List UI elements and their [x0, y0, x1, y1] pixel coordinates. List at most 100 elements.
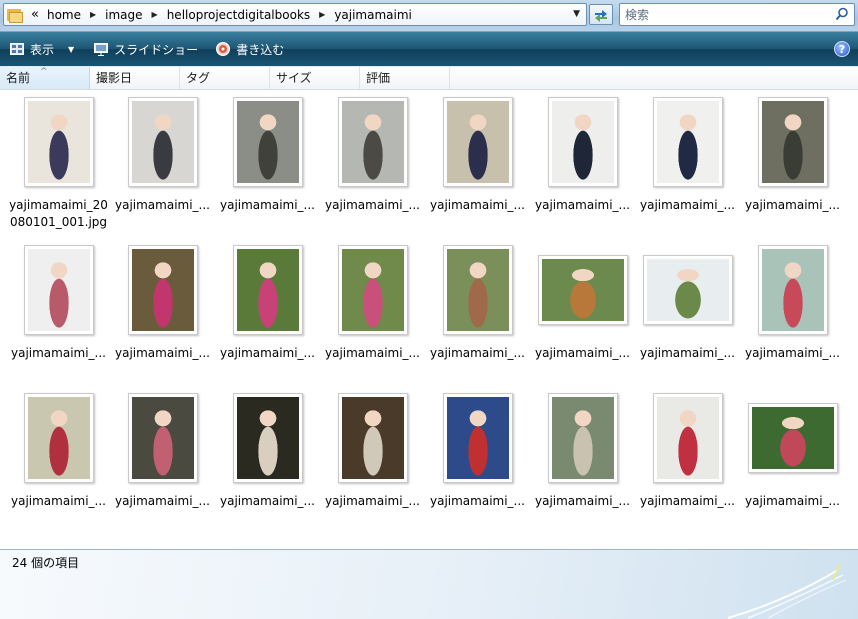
file-item[interactable]: yajimamaimi_... [740, 242, 845, 390]
column-headers: ^ 名前 撮影日 タグ サイズ 評価 [0, 67, 858, 90]
file-name: yajimamaimi_... [429, 346, 525, 360]
photo-image [27, 101, 90, 183]
file-thumbnail[interactable] [652, 393, 723, 483]
file-thumbnail[interactable] [127, 393, 198, 483]
file-thumbnail[interactable] [337, 245, 408, 335]
photo-image [446, 101, 509, 183]
chevron-down-icon[interactable]: ▼ [68, 45, 74, 54]
folder-icon [7, 8, 23, 23]
file-item[interactable]: yajimamaimi_... [110, 94, 215, 242]
photo-image [446, 397, 509, 479]
address-bar-region: « home ▶ image ▶ helloprojectdigitalbook… [0, 0, 858, 32]
file-thumbnail[interactable] [232, 97, 303, 187]
file-thumbnail[interactable] [127, 245, 198, 335]
chevron-down-icon[interactable]: ▼ [573, 9, 580, 19]
file-thumbnail[interactable] [442, 393, 513, 483]
view-button[interactable]: 表示 ▼ [4, 37, 80, 61]
breadcrumb-image[interactable]: image [101, 8, 146, 22]
file-item[interactable]: yajimamaimi_... [740, 94, 845, 242]
file-thumbnail[interactable] [23, 393, 94, 483]
file-item[interactable]: yajimamaimi_... [635, 390, 740, 538]
thumbnail-frame [320, 390, 425, 486]
file-name: yajimamaimi_... [219, 198, 315, 212]
column-header-size[interactable]: サイズ [270, 67, 360, 89]
file-name: yajimamaimi_... [219, 346, 315, 360]
photo-image [541, 259, 624, 321]
file-thumbnail[interactable] [337, 97, 408, 187]
file-thumbnail[interactable] [547, 393, 618, 483]
thumbnail-frame [425, 242, 530, 338]
photo-image [341, 249, 404, 331]
file-item[interactable]: yajimamaimi_... [530, 242, 635, 390]
file-item[interactable]: yajimamaimi_... [110, 242, 215, 390]
breadcrumb-helloprojectdigitalbooks[interactable]: helloprojectdigitalbooks [163, 8, 314, 22]
photo-image [131, 249, 194, 331]
chevron-right-icon[interactable]: ▶ [85, 10, 101, 19]
file-thumbnail[interactable] [642, 255, 733, 325]
file-name: yajimamaimi_... [534, 494, 630, 508]
file-thumbnail[interactable] [337, 393, 408, 483]
breadcrumb-yajimamaimi[interactable]: yajimamaimi [330, 8, 416, 22]
file-thumbnail[interactable] [442, 97, 513, 187]
file-list[interactable]: yajimamaimi_20080101_001.jpg yajimamaimi_… [0, 90, 858, 550]
address-box[interactable]: « home ▶ image ▶ helloprojectdigitalbook… [3, 3, 587, 26]
slideshow-button[interactable]: スライドショー [88, 37, 204, 61]
file-item[interactable]: yajimamaimi_... [215, 94, 320, 242]
burn-button[interactable]: 書き込む [210, 37, 290, 61]
file-thumbnail[interactable] [757, 97, 828, 187]
file-item[interactable]: yajimamaimi_... [110, 390, 215, 538]
file-item[interactable]: yajimamaimi_... [740, 390, 845, 538]
thumbnail-frame [530, 390, 635, 486]
column-header-name[interactable]: ^ 名前 [0, 67, 90, 89]
file-item[interactable]: yajimamaimi_... [425, 94, 530, 242]
breadcrumb-overflow[interactable]: « [27, 7, 43, 22]
file-thumbnail[interactable] [127, 97, 198, 187]
column-header-label: 評価 [366, 71, 391, 85]
file-thumbnail[interactable] [537, 255, 628, 325]
chevron-right-icon[interactable]: ▶ [314, 10, 330, 19]
search-icon[interactable] [835, 7, 849, 21]
file-thumbnail[interactable] [23, 97, 94, 187]
file-thumbnail[interactable] [757, 245, 828, 335]
file-item[interactable]: yajimamaimi_... [425, 242, 530, 390]
column-header-date-taken[interactable]: 撮影日 [90, 67, 180, 89]
file-item[interactable]: yajimamaimi_... [530, 94, 635, 242]
file-item[interactable]: yajimamaimi_... [320, 242, 425, 390]
thumbnail-frame [530, 242, 635, 338]
file-thumbnail[interactable] [232, 393, 303, 483]
file-thumbnail[interactable] [547, 97, 618, 187]
file-name: yajimamaimi_... [639, 494, 735, 508]
file-item[interactable]: yajimamaimi_... [215, 242, 320, 390]
file-thumbnail[interactable] [747, 403, 838, 473]
photo-image [761, 101, 824, 183]
photo-image [341, 397, 404, 479]
thumbnail-frame [6, 242, 111, 338]
thumbnail-frame [635, 242, 740, 338]
column-header-tags[interactable]: タグ [180, 67, 270, 89]
breadcrumb-home[interactable]: home [43, 8, 85, 22]
file-thumbnail[interactable] [232, 245, 303, 335]
refresh-button[interactable] [589, 4, 613, 25]
file-item[interactable]: yajimamaimi_... [320, 94, 425, 242]
search-input[interactable] [620, 4, 827, 25]
search-box[interactable] [619, 3, 855, 26]
file-item[interactable]: yajimamaimi_... [6, 242, 111, 390]
file-item[interactable]: yajimamaimi_... [425, 390, 530, 538]
photo-image [27, 249, 90, 331]
column-header-rating[interactable]: 評価 [360, 67, 450, 89]
chevron-right-icon[interactable]: ▶ [147, 10, 163, 19]
file-thumbnail[interactable] [442, 245, 513, 335]
file-item[interactable]: yajimamaimi_... [635, 242, 740, 390]
file-thumbnail[interactable] [23, 245, 94, 335]
file-item[interactable]: yajimamaimi_... [6, 390, 111, 538]
help-button[interactable]: ? [834, 41, 850, 57]
file-item[interactable]: yajimamaimi_... [320, 390, 425, 538]
file-item[interactable]: yajimamaimi_... [215, 390, 320, 538]
file-item[interactable]: yajimamaimi_20080101_001.jpg [6, 94, 111, 242]
file-item[interactable]: yajimamaimi_... [635, 94, 740, 242]
file-item[interactable]: yajimamaimi_... [530, 390, 635, 538]
file-thumbnail[interactable] [652, 97, 723, 187]
column-header-label: タグ [186, 71, 211, 85]
file-name: yajimamaimi_... [744, 346, 840, 360]
file-name: yajimamaimi_... [114, 494, 210, 508]
